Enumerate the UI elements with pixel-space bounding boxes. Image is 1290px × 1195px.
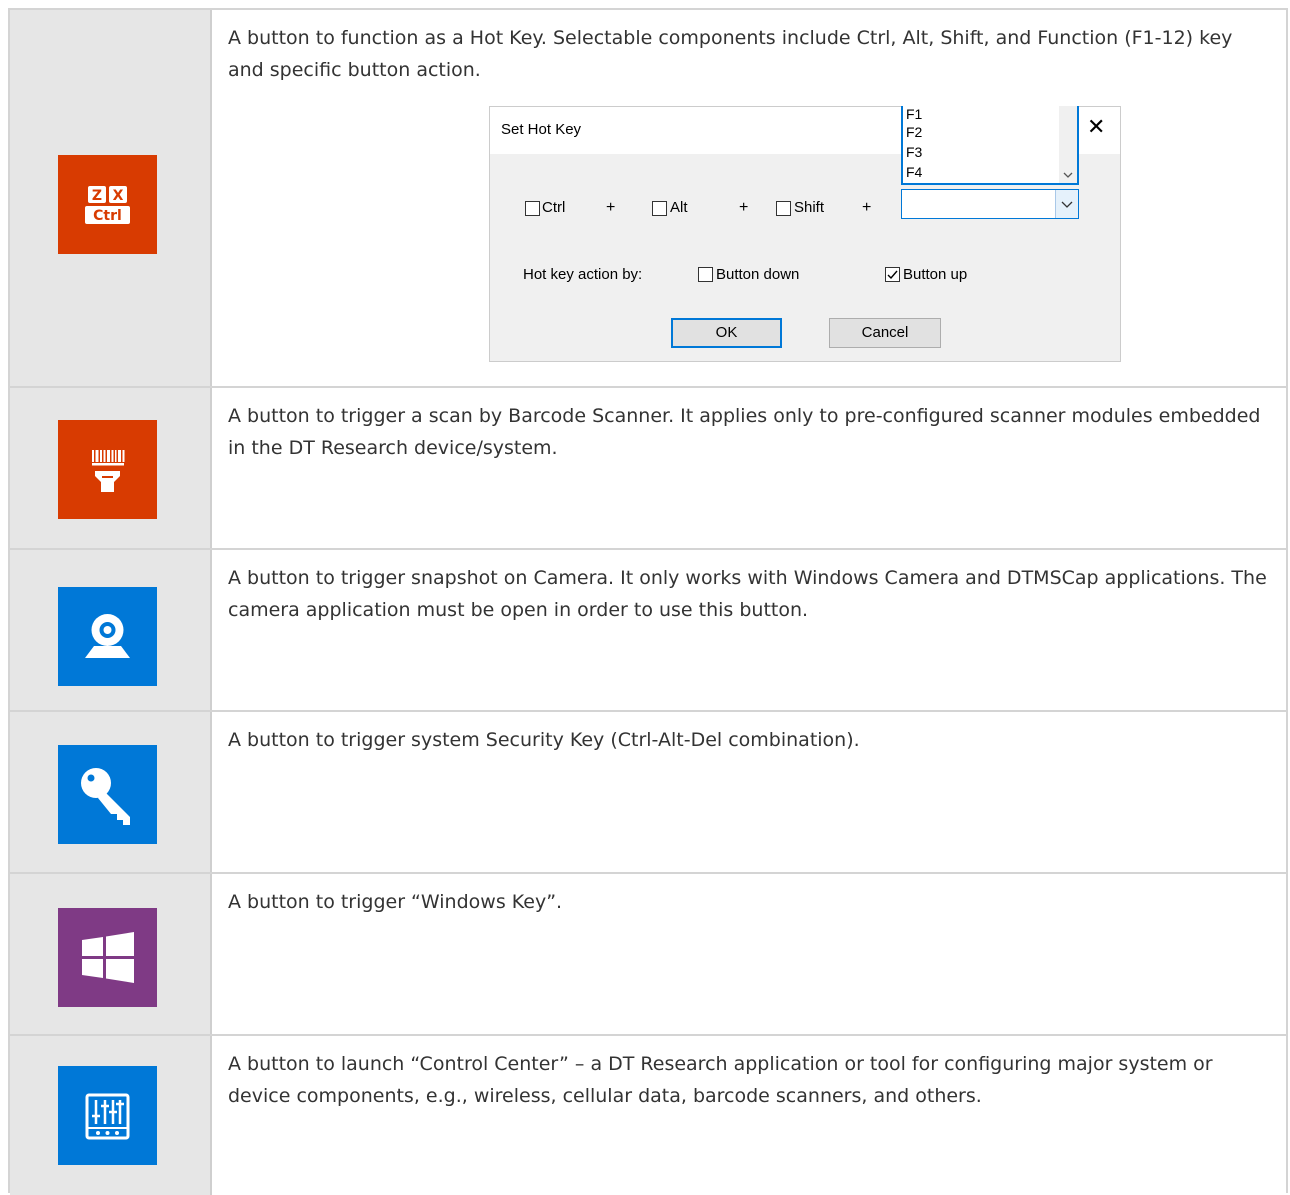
camera-icon [58, 587, 157, 686]
shift-label: Shift [794, 199, 825, 216]
row-description: A button to trigger a scan by Barcode Sc… [228, 405, 1261, 459]
table-row: Z X Ctrl A button to function as a Hot K… [10, 10, 1286, 388]
list-item[interactable]: F2 [906, 125, 922, 139]
chevron-down-icon [1061, 201, 1073, 208]
close-icon[interactable]: ✕ [1087, 116, 1105, 138]
row-description: A button to trigger snapshot on Camera. … [228, 567, 1267, 621]
plus-sign: + [606, 199, 616, 216]
list-item[interactable]: F1 [906, 107, 922, 121]
icon-description-table: Z X Ctrl A button to function as a Hot K… [8, 8, 1288, 1195]
key-icon [58, 745, 157, 844]
function-key-select[interactable] [901, 189, 1079, 219]
windows-icon [58, 908, 157, 1007]
row-description: A button to launch “Control Center” – a … [228, 1053, 1213, 1107]
icon-cell [10, 388, 212, 548]
table-row: A button to launch “Control Center” – a … [10, 1036, 1286, 1195]
row-description: A button to trigger system Security Key … [228, 729, 860, 751]
list-item[interactable]: F4 [906, 165, 922, 179]
dialog-body: Ctrl + Alt + Shift + Hot key action by: … [490, 154, 1120, 361]
combo-dropdown-button[interactable] [1055, 190, 1078, 218]
icon-cell: Z X Ctrl [10, 10, 212, 386]
icon-cell [10, 712, 212, 872]
dialog-title: Set Hot Key [501, 121, 582, 138]
shift-checkbox[interactable] [776, 201, 791, 216]
button-up-checkbox[interactable] [885, 267, 900, 282]
table-row: A button to trigger “Windows Key”. [10, 874, 1286, 1036]
button-down-label: Button down [716, 266, 800, 283]
table-row: A button to trigger a scan by Barcode Sc… [10, 388, 1286, 550]
ctrl-checkbox[interactable] [525, 201, 540, 216]
svg-text:Ctrl: Ctrl [93, 208, 122, 224]
svg-text:Z: Z [92, 188, 102, 204]
icon-cell [10, 550, 212, 710]
list-item[interactable]: F3 [906, 145, 922, 159]
row-description: A button to function as a Hot Key. Selec… [228, 27, 1233, 81]
chevron-down-icon [1063, 172, 1073, 178]
svg-text:X: X [113, 188, 124, 204]
icon-cell [10, 1036, 212, 1195]
button-down-checkbox[interactable] [698, 267, 713, 282]
checkmark-icon [887, 270, 898, 280]
table-row: A button to trigger snapshot on Camera. … [10, 550, 1286, 712]
plus-sign: + [862, 199, 872, 216]
list-scrollbar[interactable] [1059, 106, 1077, 183]
barcode-scanner-icon [58, 420, 157, 519]
table-row: A button to trigger system Security Key … [10, 712, 1286, 874]
alt-checkbox[interactable] [652, 201, 667, 216]
ok-button[interactable]: OK [671, 318, 782, 348]
hot-key-action-label: Hot key action by: [523, 266, 643, 283]
ctrl-hotkey-icon: Z X Ctrl [58, 155, 157, 254]
plus-sign: + [739, 199, 749, 216]
row-description: A button to trigger “Windows Key”. [228, 891, 563, 913]
icon-cell [10, 874, 212, 1034]
set-hot-key-dialog: Set Hot Key ✕ Ctrl + Alt + Shift + Hot k… [489, 106, 1121, 362]
button-up-label: Button up [903, 266, 968, 283]
ctrl-label: Ctrl [542, 199, 566, 216]
control-center-icon [58, 1066, 157, 1165]
alt-label: Alt [670, 199, 688, 216]
function-key-list[interactable]: F1 F2 F3 F4 [901, 106, 1079, 185]
cancel-button[interactable]: Cancel [829, 318, 941, 348]
